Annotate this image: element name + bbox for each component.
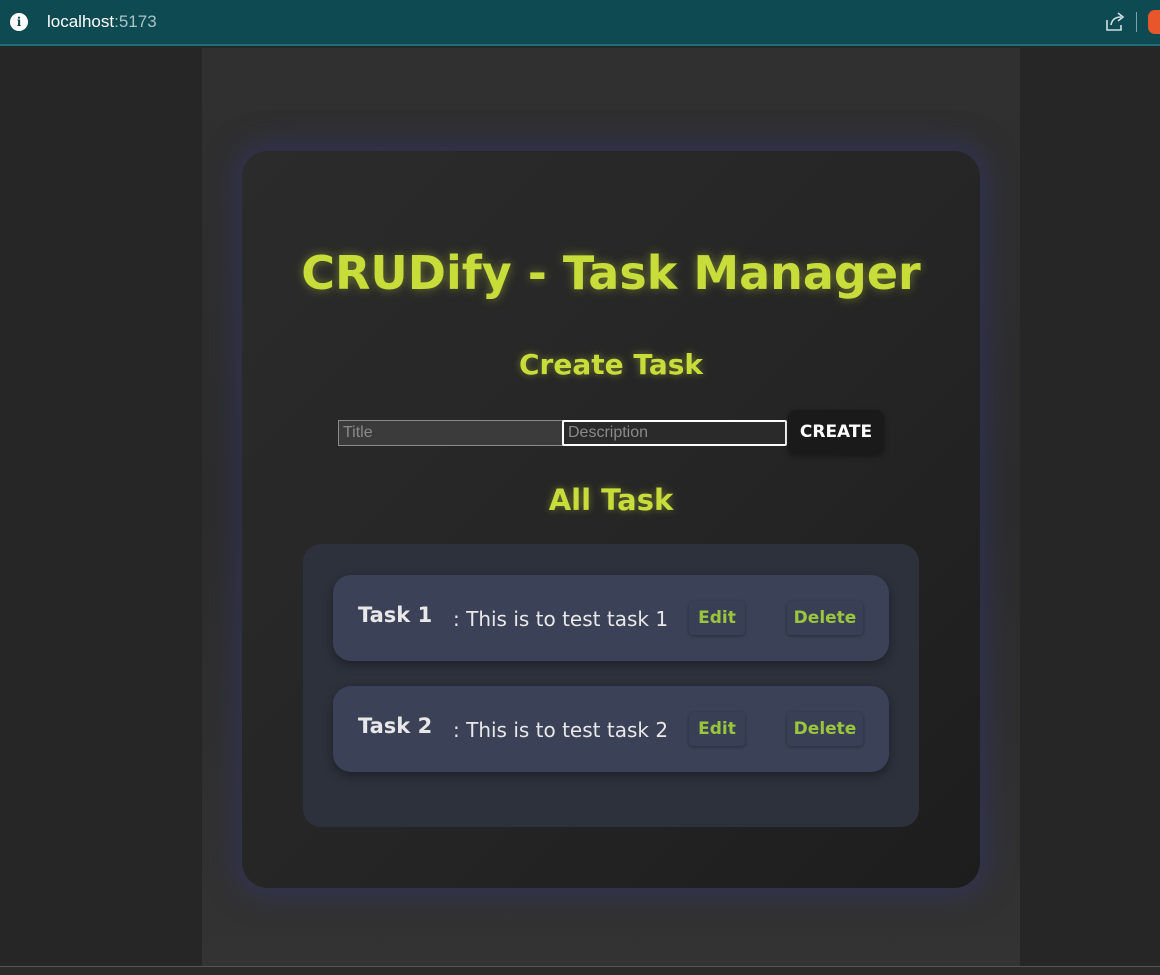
create-button[interactable]: CREATE xyxy=(788,410,884,454)
delete-button[interactable]: Delete xyxy=(787,712,863,746)
page-title: CRUDify - Task Manager xyxy=(301,246,921,300)
task-description: : This is to test task 1 xyxy=(453,607,669,631)
url-host: localhost xyxy=(47,12,115,31)
edit-button[interactable]: Edit xyxy=(689,601,745,635)
info-icon[interactable]: i xyxy=(10,13,28,31)
create-task-heading: Create Task xyxy=(518,348,704,381)
task-description: : This is to test task 2 xyxy=(453,718,669,742)
task-item: Task 1 : This is to test task 1 Edit Del… xyxy=(333,575,889,661)
task-name: Task 1 xyxy=(358,603,433,627)
brave-icon[interactable] xyxy=(1148,10,1160,34)
edit-button[interactable]: Edit xyxy=(689,712,745,746)
toolbar-divider xyxy=(1136,12,1137,32)
description-input[interactable] xyxy=(562,420,787,446)
browser-address-bar: i localhost:5173 xyxy=(0,0,1160,46)
url-port: :5173 xyxy=(114,12,157,31)
all-tasks-heading: All Task xyxy=(548,483,674,517)
delete-button[interactable]: Delete xyxy=(787,601,863,635)
share-icon[interactable] xyxy=(1104,11,1126,33)
task-item: Task 2 : This is to test task 2 Edit Del… xyxy=(333,686,889,772)
title-input[interactable] xyxy=(338,420,563,446)
url-field[interactable]: localhost:5173 xyxy=(47,12,157,32)
task-name: Task 2 xyxy=(358,714,433,738)
